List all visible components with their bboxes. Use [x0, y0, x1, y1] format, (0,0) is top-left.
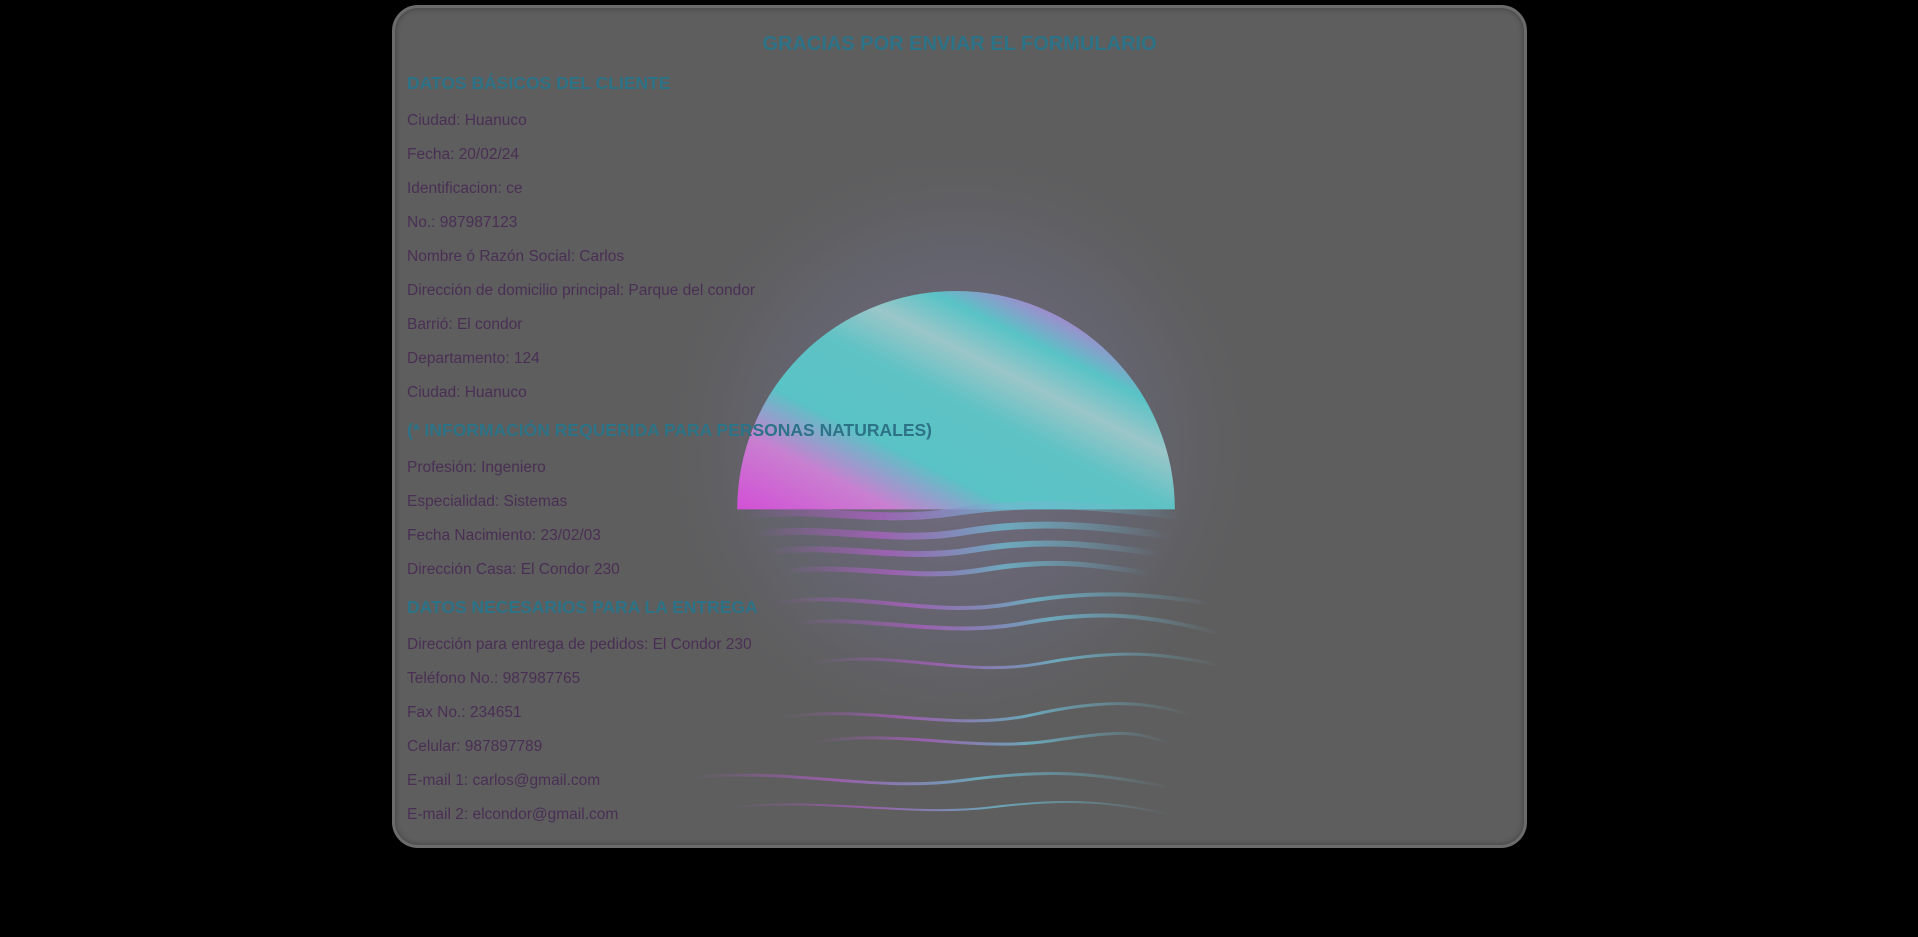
field-celular: Celular: 987897789 — [407, 738, 543, 755]
section-heading-natural: (* INFORMACIÓN REQUERIDA PARA PERSONAS N… — [407, 420, 933, 440]
field-identificacion: Identificacion: ce — [407, 180, 523, 197]
confirmation-card: GRACIAS POR ENVIAR EL FORMULARIO DATOS B… — [392, 5, 1527, 848]
field-direccion-casa: Dirección Casa: El Condor 230 — [407, 561, 620, 578]
section-heading-delivery: DATOS NECESARIOS PARA LA ENTREGA — [407, 597, 758, 617]
field-especialidad: Especialidad: Sistemas — [407, 493, 568, 510]
field-departamento: Departamento: 124 — [407, 350, 540, 367]
field-email-2: E-mail 2: elcondor@gmail.com — [407, 806, 619, 823]
field-numero: No.: 987987123 — [407, 214, 518, 231]
field-fecha: Fecha: 20/02/24 — [407, 146, 520, 163]
field-direccion-entrega: Dirección para entrega de pedidos: El Co… — [407, 636, 752, 653]
field-nombre: Nombre ó Razón Social: Carlos — [407, 248, 625, 265]
field-profesion: Profesión: Ingeniero — [407, 459, 546, 476]
section-heading-basic: DATOS BÁSICOS DEL CLIENTE — [407, 73, 671, 93]
field-ciudad: Ciudad: Huanuco — [407, 112, 527, 129]
field-email-1: E-mail 1: carlos@gmail.com — [407, 772, 601, 789]
field-barrio: Barrió: El condor — [407, 316, 523, 333]
page-title: GRACIAS POR ENVIAR EL FORMULARIO — [762, 33, 1157, 55]
field-telefono: Teléfono No.: 987987765 — [407, 670, 581, 687]
field-fax: Fax No.: 234651 — [407, 704, 522, 721]
field-fecha-nacimiento: Fecha Nacimiento: 23/02/03 — [407, 527, 601, 544]
field-direccion-domicilio: Dirección de domicilio principal: Parque… — [407, 282, 756, 299]
field-ciudad-2: Ciudad: Huanuco — [407, 384, 527, 401]
